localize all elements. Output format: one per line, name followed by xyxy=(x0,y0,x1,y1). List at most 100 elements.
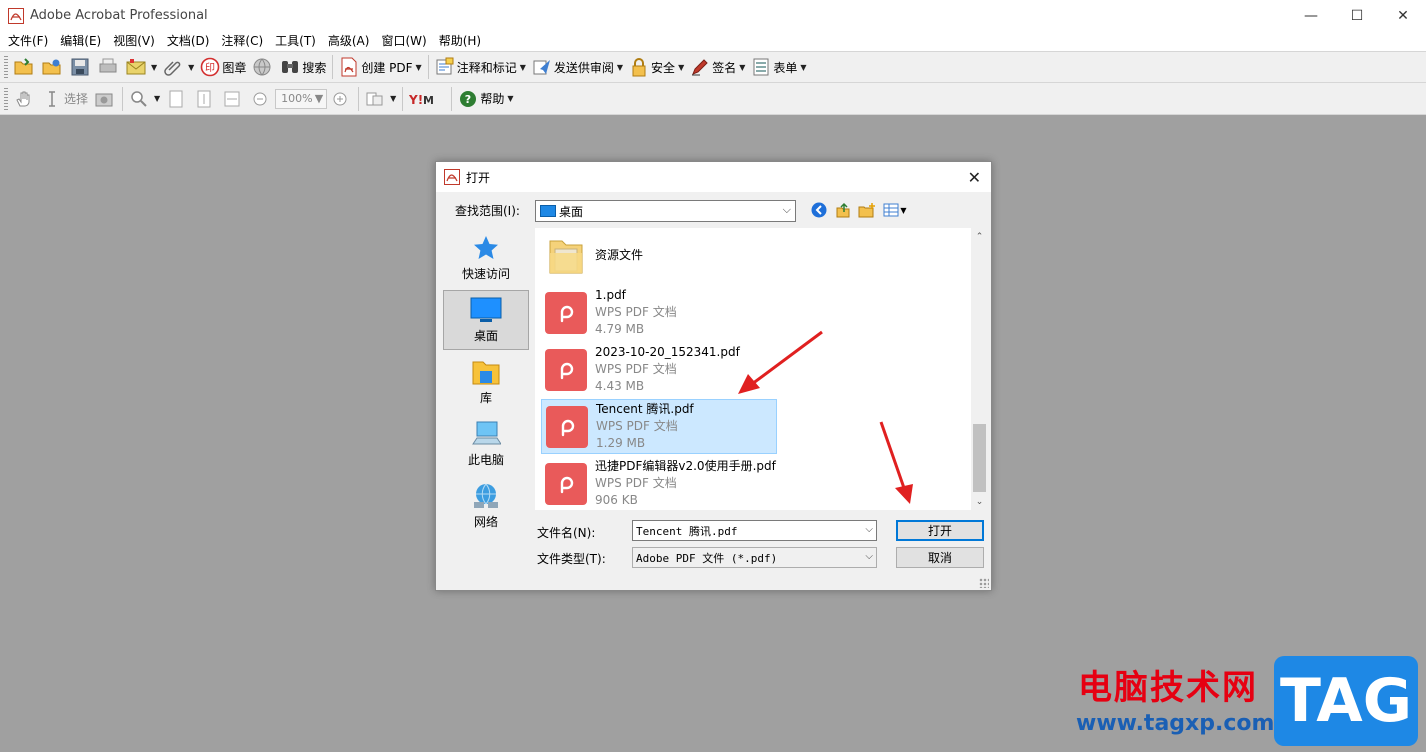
new-folder-button[interactable] xyxy=(858,201,876,219)
dropdown-arrow-icon: ▼ xyxy=(507,94,514,103)
scroll-up-icon[interactable]: ⌃ xyxy=(971,228,988,245)
save-button[interactable] xyxy=(67,54,95,80)
resize-grip-icon[interactable] xyxy=(979,578,989,588)
wps-pdf-icon xyxy=(545,291,587,334)
place-desktop[interactable]: 桌面 xyxy=(443,290,529,350)
create-pdf-button[interactable]: 创建 PDF ▼ xyxy=(336,54,424,80)
help-label: 帮助 xyxy=(480,92,505,106)
place-network[interactable]: 网络 xyxy=(443,476,529,536)
print-icon xyxy=(98,57,118,77)
file-type-select[interactable]: Adobe PDF 文件 (*.pdf) ⌵ xyxy=(632,547,877,568)
menu-file[interactable]: 文件(F) xyxy=(2,31,54,51)
library-icon xyxy=(470,358,502,386)
place-this-pc[interactable]: 此电脑 xyxy=(443,414,529,474)
actual-size-button[interactable] xyxy=(163,86,191,112)
file-size: 4.79 MB xyxy=(595,322,645,336)
select-tool-button[interactable]: 选择 xyxy=(39,86,91,112)
save-icon xyxy=(70,57,90,77)
stamp-button[interactable]: 印图章 xyxy=(197,54,249,80)
look-in-value: 桌面 xyxy=(559,204,584,219)
zoom-level-field[interactable]: 100% ▼ xyxy=(275,88,328,109)
menu-window[interactable]: 窗口(W) xyxy=(375,31,432,51)
toolbar-grip[interactable] xyxy=(4,87,8,110)
toolbar-separator xyxy=(358,86,360,111)
dialog-close-button[interactable]: ✕ xyxy=(968,168,981,187)
acrobat-logo-icon xyxy=(8,7,24,24)
yahoo-button[interactable]: Y! M xyxy=(406,86,448,112)
dropdown-arrow-icon: ▼ xyxy=(519,62,526,72)
scroll-down-icon[interactable]: ⌄ xyxy=(971,493,988,510)
place-quick-access[interactable]: 快速访问 xyxy=(443,228,529,288)
watermark: 电脑技术网 www.tagxp.com TAG xyxy=(1068,656,1418,746)
dropdown-arrow-icon: ▼ xyxy=(616,62,624,72)
help-button[interactable]: ? 帮助 ▼ xyxy=(455,86,516,112)
sign-button[interactable]: 签名 ▼ xyxy=(687,54,748,80)
app-titlebar: Adobe Acrobat Professional — ☐ ✕ xyxy=(0,0,1426,31)
close-button[interactable]: ✕ xyxy=(1380,0,1426,31)
send-review-icon xyxy=(532,57,552,77)
security-label: 安全 xyxy=(651,60,676,75)
snapshot-button[interactable] xyxy=(91,86,119,112)
organizer-button[interactable] xyxy=(39,54,67,80)
open-button-dialog[interactable]: 打开 xyxy=(896,520,984,541)
organizer-icon xyxy=(42,57,62,77)
menu-view[interactable]: 视图(V) xyxy=(107,31,161,51)
look-in-select[interactable]: 桌面 ⌵ xyxy=(535,200,796,222)
chevron-down-icon[interactable]: ⌵ xyxy=(865,524,873,535)
menu-document[interactable]: 文档(D) xyxy=(161,31,216,51)
page-icon xyxy=(166,89,186,109)
back-button[interactable] xyxy=(810,201,828,219)
comment-markup-label: 注释和标记 xyxy=(456,60,517,75)
comment-markup-button[interactable]: 注释和标记 ▼ xyxy=(432,54,529,80)
security-button[interactable]: 安全 ▼ xyxy=(626,54,687,80)
list-item-file[interactable]: 1.pdf WPS PDF 文档 4.79 MB xyxy=(541,285,777,340)
file-name-input[interactable]: Tencent 腾讯.pdf ⌵ xyxy=(632,520,877,541)
attach-button[interactable]: ▼ xyxy=(160,54,197,80)
fit-width-button[interactable] xyxy=(219,86,247,112)
computer-icon xyxy=(470,420,502,448)
cancel-button[interactable]: 取消 xyxy=(896,547,984,568)
fit-page-button[interactable] xyxy=(191,86,219,112)
hand-tool-button[interactable] xyxy=(11,86,39,112)
search-button[interactable]: 搜索 xyxy=(277,54,329,80)
app-title: Adobe Acrobat Professional xyxy=(30,8,208,23)
up-folder-button[interactable] xyxy=(834,201,852,219)
web-button[interactable] xyxy=(249,54,277,80)
list-item-file-selected[interactable]: Tencent 腾讯.pdf WPS PDF 文档 1.29 MB xyxy=(541,399,777,454)
menu-comments[interactable]: 注释(C) xyxy=(215,31,269,51)
view-menu-button[interactable]: ▼ xyxy=(882,201,908,219)
zoom-in-button[interactable]: ▼ xyxy=(126,86,163,112)
menu-tools[interactable]: 工具(T) xyxy=(269,31,322,51)
file-list-scrollbar[interactable]: ⌃ ⌄ xyxy=(971,228,988,510)
print-button[interactable] xyxy=(95,54,123,80)
list-item-folder[interactable]: 资源文件 xyxy=(541,228,777,283)
look-in-label: 查找范围(I): xyxy=(455,204,520,218)
list-item-file[interactable]: 2023-10-20_152341.pdf WPS PDF 文档 4.43 MB xyxy=(541,342,777,397)
scrollbar-thumb[interactable] xyxy=(973,424,986,492)
toolbar-grip[interactable] xyxy=(4,56,8,78)
dropdown-arrow-icon: ▼ xyxy=(678,62,685,72)
rotate-view-button[interactable]: ▼ xyxy=(362,86,399,112)
view-grid-icon xyxy=(883,203,899,217)
forms-button[interactable]: 表单 ▼ xyxy=(748,54,809,80)
email-button[interactable]: ▼ xyxy=(123,54,160,80)
place-libraries[interactable]: 库 xyxy=(443,352,529,412)
send-review-button[interactable]: 发送供审阅 ▼ xyxy=(529,54,626,80)
network-icon xyxy=(470,482,502,510)
file-type: WPS PDF 文档 xyxy=(595,476,677,490)
zoom-in-plus-button[interactable] xyxy=(327,86,355,112)
zoom-out-button[interactable] xyxy=(247,86,275,112)
fit-width-icon xyxy=(222,89,242,109)
file-type: WPS PDF 文档 xyxy=(595,362,677,376)
dropdown-arrow-icon: ▼ xyxy=(900,205,907,215)
menu-edit[interactable]: 编辑(E) xyxy=(54,31,107,51)
comment-icon xyxy=(435,57,455,77)
minimize-button[interactable]: — xyxy=(1288,0,1334,31)
maximize-button[interactable]: ☐ xyxy=(1334,0,1380,31)
menu-help[interactable]: 帮助(H) xyxy=(433,31,487,51)
menu-advanced[interactable]: 高级(A) xyxy=(322,31,376,51)
list-item-file[interactable]: 迅捷PDF编辑器v2.0使用手册.pdf WPS PDF 文档 906 KB xyxy=(541,456,801,511)
stamp-label: 图章 xyxy=(222,60,247,75)
wps-pdf-icon xyxy=(545,348,587,391)
open-button[interactable] xyxy=(11,54,39,80)
